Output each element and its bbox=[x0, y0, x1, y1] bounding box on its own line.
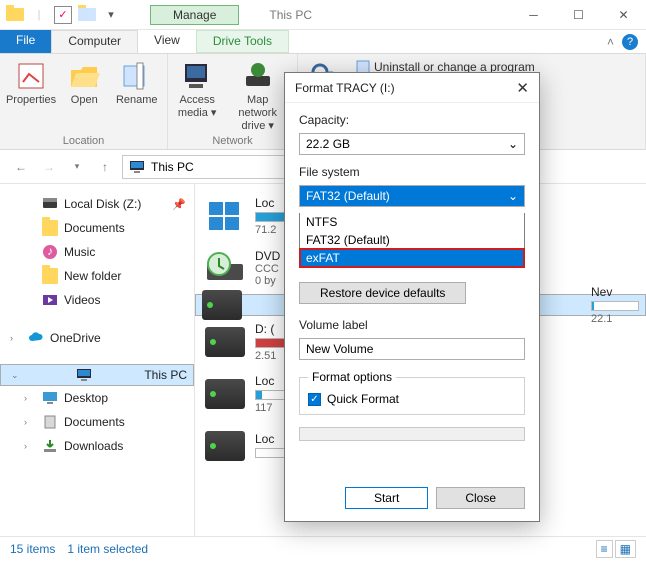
newfolder-icon[interactable] bbox=[78, 6, 96, 24]
format-options-group: Format options ✓ Quick Format bbox=[299, 370, 525, 415]
drive-icon bbox=[202, 290, 242, 320]
window-title: This PC bbox=[269, 8, 312, 22]
item-count: 15 items bbox=[10, 542, 55, 556]
nav-documents-pc[interactable]: › Documents bbox=[0, 410, 194, 434]
checkbox-checked-icon: ✓ bbox=[308, 393, 321, 406]
restore-defaults-button[interactable]: Restore device defaults bbox=[299, 282, 466, 304]
nav-music[interactable]: ♪ Music bbox=[0, 240, 194, 264]
open-button[interactable]: Open bbox=[60, 58, 109, 109]
close-button[interactable]: ✕ bbox=[601, 1, 646, 29]
tab-drive-tools[interactable]: Drive Tools bbox=[196, 30, 289, 53]
rename-button[interactable]: Rename bbox=[113, 58, 162, 109]
window-controls: ─ ☐ ✕ bbox=[511, 1, 646, 29]
pin-icon: 📌 bbox=[172, 198, 186, 211]
chevron-down-icon: ⌄ bbox=[508, 137, 518, 151]
dialog-titlebar[interactable]: Format TRACY (I:) ✕ bbox=[285, 73, 539, 103]
breadcrumb-text: This PC bbox=[151, 160, 194, 174]
fs-option-exfat[interactable]: exFAT bbox=[300, 249, 524, 267]
qat-divider: | bbox=[30, 6, 48, 24]
titlebar: | ✓ ▾ Manage This PC ─ ☐ ✕ bbox=[0, 0, 646, 30]
selection-count: 1 item selected bbox=[67, 542, 148, 556]
navigation-pane[interactable]: Local Disk (Z:) 📌 Documents ♪ Music New … bbox=[0, 184, 195, 536]
checkbox-icon[interactable]: ✓ bbox=[54, 6, 72, 24]
group-location: Location bbox=[6, 135, 161, 147]
chevron-down-icon: ⌄ bbox=[508, 189, 518, 203]
minimize-button[interactable]: ─ bbox=[511, 1, 556, 29]
filesystem-label: File system bbox=[299, 165, 525, 179]
drive-icon bbox=[205, 327, 245, 357]
help-icon[interactable]: ? bbox=[622, 34, 638, 50]
nav-new-folder[interactable]: New folder bbox=[0, 264, 194, 288]
quick-format-checkbox[interactable]: ✓ Quick Format bbox=[308, 392, 516, 406]
details-view-icon[interactable]: ≡ bbox=[596, 540, 613, 558]
access-media-button[interactable]: Access media ▾ bbox=[174, 58, 220, 135]
filesystem-select[interactable]: FAT32 (Default)⌄ bbox=[299, 185, 525, 207]
drive-icon bbox=[205, 431, 245, 461]
quick-access-toolbar: | ✓ ▾ bbox=[0, 6, 126, 24]
ribbon-collapse-icon[interactable]: ˄ bbox=[607, 35, 614, 49]
dvd-icon bbox=[205, 250, 245, 286]
svg-text:♪: ♪ bbox=[47, 244, 53, 258]
ribbon-tabs: File Computer View Drive Tools ˄ ? bbox=[0, 30, 646, 54]
capacity-label: Capacity: bbox=[299, 113, 525, 127]
close-icon[interactable]: ✕ bbox=[516, 79, 529, 97]
status-bar: 15 items 1 item selected ≡ ▦ bbox=[0, 536, 646, 560]
maximize-button[interactable]: ☐ bbox=[556, 1, 601, 29]
tab-computer[interactable]: Computer bbox=[51, 30, 138, 53]
close-button[interactable]: Close bbox=[436, 487, 525, 509]
back-button[interactable]: ← bbox=[10, 156, 32, 178]
folder-icon bbox=[6, 6, 24, 24]
nav-onedrive[interactable]: › OneDrive bbox=[0, 326, 194, 350]
drive-icon bbox=[205, 379, 245, 409]
group-network: Network bbox=[174, 135, 291, 147]
format-progress bbox=[299, 427, 525, 441]
nav-local-disk-z[interactable]: Local Disk (Z:) 📌 bbox=[0, 192, 194, 216]
nav-desktop[interactable]: › Desktop bbox=[0, 386, 194, 410]
start-button[interactable]: Start bbox=[345, 487, 428, 509]
volume-label-label: Volume label bbox=[299, 318, 525, 332]
capacity-select[interactable]: 22.2 GB⌄ bbox=[299, 133, 525, 155]
nav-downloads[interactable]: › Downloads bbox=[0, 434, 194, 458]
tiles-view-icon[interactable]: ▦ bbox=[615, 540, 636, 558]
fs-option-ntfs[interactable]: NTFS bbox=[300, 213, 524, 231]
up-button[interactable]: ↑ bbox=[94, 156, 116, 178]
tab-file[interactable]: File bbox=[0, 30, 51, 53]
nav-videos[interactable]: Videos bbox=[0, 288, 194, 312]
dialog-title: Format TRACY (I:) bbox=[295, 81, 395, 95]
volume-label-input[interactable]: New Volume bbox=[299, 338, 525, 360]
filesystem-dropdown: NTFS FAT32 (Default) exFAT bbox=[299, 213, 525, 268]
thispc-icon bbox=[129, 159, 145, 175]
nav-documents[interactable]: Documents bbox=[0, 216, 194, 240]
format-options-legend: Format options bbox=[308, 370, 396, 384]
tab-view[interactable]: View bbox=[138, 30, 196, 53]
map-network-drive-button[interactable]: Map network drive ▾ bbox=[224, 58, 291, 135]
forward-button[interactable]: → bbox=[38, 156, 60, 178]
fs-option-fat32[interactable]: FAT32 (Default) bbox=[300, 231, 524, 249]
nav-this-pc[interactable]: ⌄ This PC bbox=[0, 364, 194, 386]
properties-button[interactable]: Properties bbox=[6, 58, 56, 109]
recent-locations-button[interactable]: ▾ bbox=[66, 156, 88, 178]
windows-icon bbox=[205, 198, 245, 234]
format-dialog: Format TRACY (I:) ✕ Capacity: 22.2 GB⌄ F… bbox=[284, 72, 540, 522]
qat-customize-icon[interactable]: ▾ bbox=[102, 6, 120, 24]
contextual-tab-manage: Manage bbox=[150, 5, 239, 25]
